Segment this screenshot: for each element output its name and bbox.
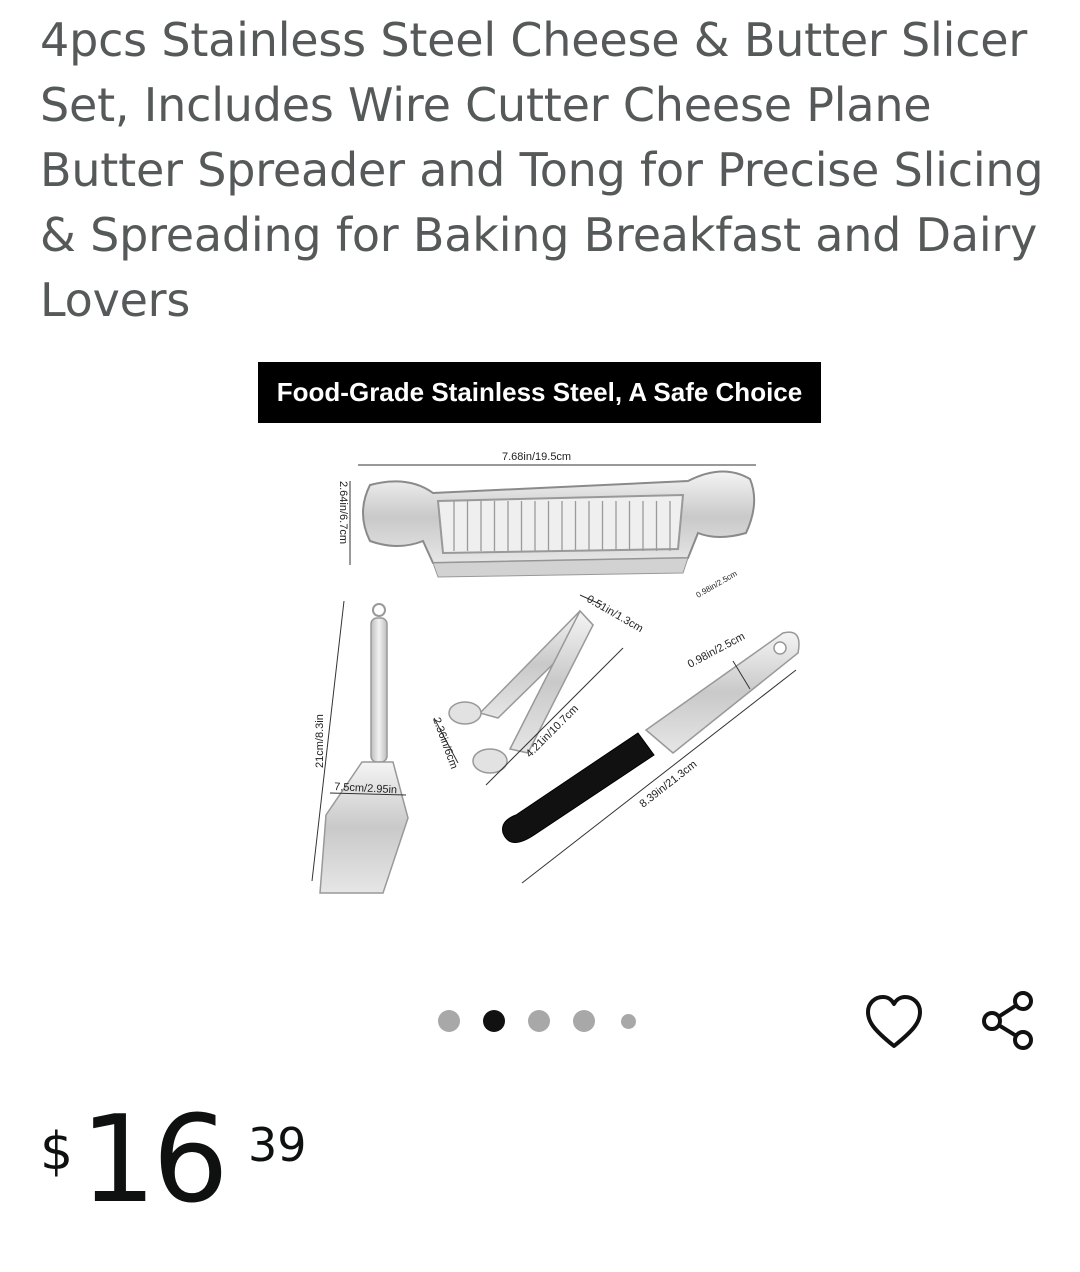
pagination-dot[interactable] bbox=[573, 1010, 595, 1032]
dim-tong-height: 2.36in/6cm bbox=[430, 716, 460, 771]
product-title: 4pcs Stainless Steel Cheese & Butter Sli… bbox=[40, 13, 1044, 327]
dim-plane-length: 21cm/8.3in bbox=[314, 714, 326, 768]
image-pagination[interactable] bbox=[438, 1009, 636, 1033]
dim-tong-width: 0.51in/1.3cm bbox=[585, 593, 646, 635]
pagination-dot[interactable] bbox=[438, 1010, 460, 1032]
dim-spreader-length: 8.39in/21.3cm bbox=[637, 758, 699, 810]
pagination-dot[interactable] bbox=[528, 1010, 550, 1032]
price-whole: 16 bbox=[80, 1091, 229, 1230]
share-button[interactable] bbox=[975, 988, 1041, 1054]
pagination-dot-active[interactable] bbox=[483, 1010, 505, 1032]
wire-cheese-slicer bbox=[349, 464, 756, 578]
product-image-gallery[interactable]: Food-Grade Stainless Steel, A Safe Choic… bbox=[258, 362, 823, 910]
price-currency-symbol: $ bbox=[40, 1122, 74, 1182]
heart-icon bbox=[866, 995, 922, 1048]
dim-slicer-depth: 0.98in/2.5cm bbox=[695, 569, 739, 600]
price-fraction: 39 bbox=[248, 1118, 307, 1172]
cheese-plane bbox=[311, 600, 409, 894]
dim-slicer-length: 7.68in/19.5cm bbox=[502, 451, 571, 463]
image-banner: Food-Grade Stainless Steel, A Safe Choic… bbox=[258, 362, 821, 423]
favorite-button[interactable] bbox=[862, 990, 926, 1054]
dim-slicer-height: 2.64in/6.7cm bbox=[337, 481, 349, 544]
share-icon bbox=[982, 991, 1033, 1050]
pagination-dot[interactable] bbox=[621, 1013, 636, 1029]
product-image[interactable]: 7.68in/19.5cm 2.64in/6.7cm 0.98in/2.5cm … bbox=[258, 423, 821, 910]
